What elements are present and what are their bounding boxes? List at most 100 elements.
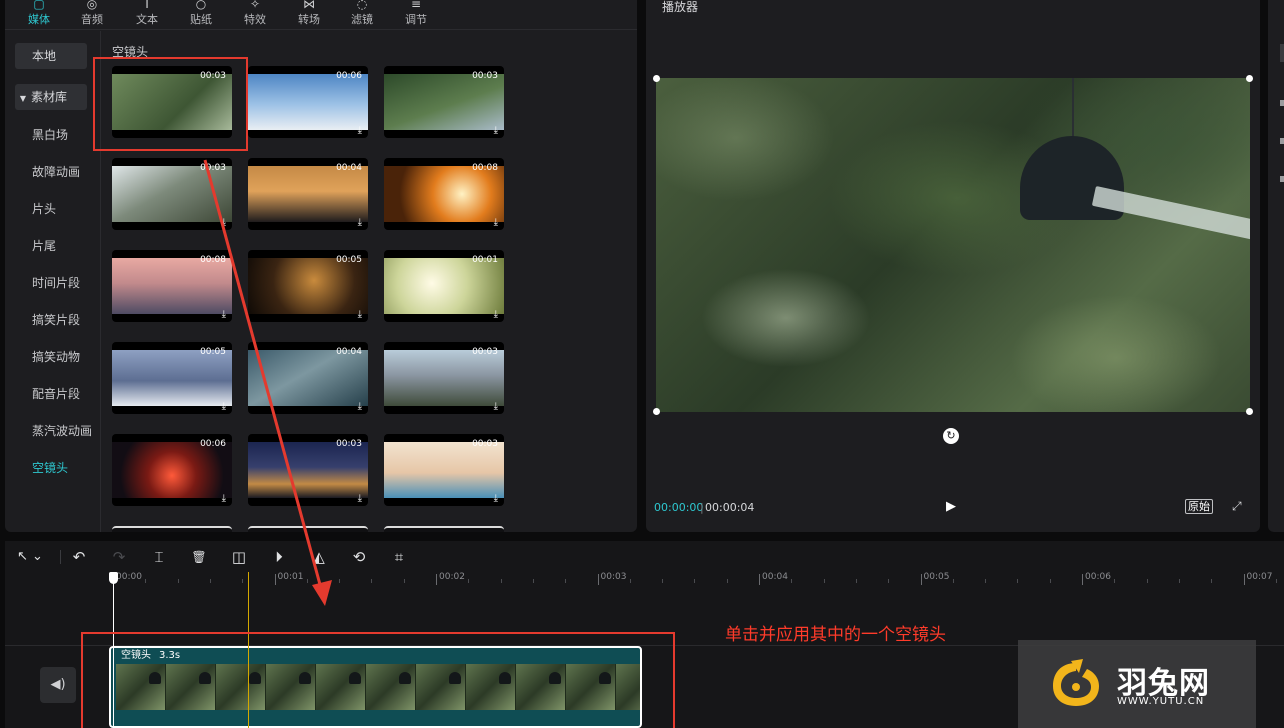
- media-thumbnail[interactable]: 00:03 ⤓: [384, 434, 504, 506]
- tab-effects[interactable]: ✧ 特效: [233, 0, 277, 30]
- media-thumbnail[interactable]: 00:08 ⤓: [384, 158, 504, 230]
- freeze-frame-icon[interactable]: ◫: [229, 547, 249, 567]
- download-icon[interactable]: ⤓: [494, 309, 498, 320]
- sidebar-item-outro[interactable]: 片尾: [32, 238, 56, 254]
- bell-string: [1072, 78, 1074, 138]
- media-thumbnail[interactable]: 00:05 ⤓: [112, 342, 232, 414]
- media-thumbnail[interactable]: 00:04 ⤓: [248, 158, 368, 230]
- tab-adjust[interactable]: ≡ 调节: [394, 0, 438, 30]
- original-ratio-button[interactable]: 原始: [1185, 499, 1213, 514]
- download-icon[interactable]: ⤓: [358, 493, 362, 504]
- resize-handle-bottom-left[interactable]: [653, 408, 660, 415]
- fullscreen-icon[interactable]: ⤢: [1232, 499, 1242, 514]
- sidebar-item-glitch[interactable]: 故障动画: [32, 164, 80, 180]
- time-ruler[interactable]: 00:00 00:01 00:02 00:03 00:04 00:05 00:06 00:07: [5, 571, 1284, 591]
- properties-panel: [1268, 0, 1284, 532]
- ruler-label: 00:04: [762, 572, 788, 582]
- thumbnail-image: [112, 258, 232, 314]
- delete-icon[interactable]: 🗑: [189, 547, 209, 567]
- sidebar-item-vaporwave[interactable]: 蒸汽波动画: [32, 423, 92, 439]
- thumbnail-duration: 00:03: [472, 347, 498, 357]
- download-icon[interactable]: ⤓: [222, 309, 226, 320]
- resize-handle-top-right[interactable]: [1246, 75, 1253, 82]
- resize-handle-top-left[interactable]: [653, 75, 660, 82]
- track-mute-icon[interactable]: ◀): [40, 667, 76, 703]
- thumbnail-duration: 00:06: [200, 439, 226, 449]
- sidebar-item-funny-animals[interactable]: 搞笑动物: [32, 349, 80, 365]
- sidebar-item-empty-shot[interactable]: 空镜头: [32, 460, 68, 476]
- current-time: 00:00:00: [654, 501, 704, 514]
- highlight-selected-thumbnail: [93, 57, 248, 151]
- ruler-minor-tick: [306, 579, 308, 583]
- ruler-minor-tick: [694, 579, 696, 583]
- media-thumbnail[interactable]: 00:05 ⤓: [248, 250, 368, 322]
- thumbnail-duration: 00:08: [200, 255, 226, 265]
- media-thumbnail[interactable]: [248, 526, 368, 532]
- sidebar-item-funny[interactable]: 搞笑片段: [32, 312, 80, 328]
- sidebar-item-dubbing[interactable]: 配音片段: [32, 386, 80, 402]
- ruler-minor-tick: [565, 579, 567, 583]
- thumbnail-duration: 00:03: [336, 439, 362, 449]
- download-icon[interactable]: ⤓: [494, 217, 498, 228]
- media-thumbnail[interactable]: 00:01 ⤓: [384, 250, 504, 322]
- top-tab-bar: ▢ 媒体 ◎ 音频 T 文本 ○ 贴纸 ✧ 特效 ⋈ 转场 ◌ 滤镜 ≡ 调节: [5, 0, 637, 30]
- play-button[interactable]: ▶: [946, 499, 956, 514]
- download-icon[interactable]: ⤓: [358, 217, 362, 228]
- tab-text[interactable]: T 文本: [125, 0, 169, 30]
- download-icon[interactable]: ⤓: [494, 493, 498, 504]
- thumbnail-duration: 00:01: [472, 255, 498, 265]
- download-icon[interactable]: ⤓: [222, 217, 226, 228]
- properties-tab[interactable]: [1280, 44, 1284, 62]
- reverse-icon[interactable]: ⏵: [269, 547, 289, 567]
- media-thumbnail[interactable]: 00:06 ⤓: [248, 66, 368, 138]
- annotation-text: 单击并应用其中的一个空镜头: [725, 625, 946, 645]
- media-thumbnail[interactable]: 00:03 ⤓: [384, 342, 504, 414]
- ruler-minor-tick: [823, 579, 825, 583]
- select-tool-icon[interactable]: ↖ ⌄: [11, 547, 49, 567]
- ruler-tick: [597, 574, 599, 585]
- media-thumbnail[interactable]: 00:03 ⤓: [248, 434, 368, 506]
- playhead-handle[interactable]: [109, 572, 118, 584]
- download-icon[interactable]: ⤓: [494, 401, 498, 412]
- resize-handle-bottom-right[interactable]: [1246, 408, 1253, 415]
- sidebar-local-button[interactable]: 本地: [15, 43, 87, 69]
- thumbnail-image: [384, 258, 504, 314]
- download-icon[interactable]: ⤓: [358, 401, 362, 412]
- tab-adjust-label: 调节: [405, 13, 427, 26]
- sidebar-item-time[interactable]: 时间片段: [32, 275, 80, 291]
- download-icon[interactable]: ⤓: [494, 125, 498, 136]
- tab-sticker[interactable]: ○ 贴纸: [179, 0, 223, 30]
- undo-icon[interactable]: ↶: [69, 547, 89, 567]
- sidebar-item-blackwhite[interactable]: 黑白场: [32, 127, 68, 143]
- media-thumbnail[interactable]: [384, 526, 504, 532]
- redo-icon[interactable]: ↷: [109, 547, 129, 567]
- ruler-label: 00:02: [439, 572, 465, 582]
- crop-icon[interactable]: ⌗: [389, 547, 409, 567]
- tab-filter[interactable]: ◌ 滤镜: [340, 0, 384, 30]
- transition-icon: ⋈: [303, 0, 315, 11]
- ruler-minor-tick: [1017, 579, 1019, 583]
- mirror-icon[interactable]: ◭: [309, 547, 329, 567]
- media-thumbnail[interactable]: 00:08 ⤓: [112, 250, 232, 322]
- properties-label: [1280, 100, 1284, 106]
- rotate-icon[interactable]: ↻: [943, 428, 959, 444]
- download-icon[interactable]: ⤓: [358, 309, 362, 320]
- media-thumbnail[interactable]: [112, 526, 232, 532]
- split-icon[interactable]: ⌶: [149, 547, 169, 567]
- sidebar-library-button[interactable]: ▼ 素材库: [15, 84, 87, 110]
- media-thumbnail[interactable]: 00:04 ⤓: [248, 342, 368, 414]
- media-thumbnail[interactable]: 00:03 ⤓: [384, 66, 504, 138]
- tab-media[interactable]: ▢ 媒体: [17, 0, 61, 30]
- ruler-label: 00:07: [1246, 572, 1273, 582]
- download-icon[interactable]: ⤓: [222, 401, 226, 412]
- tab-transition[interactable]: ⋈ 转场: [287, 0, 331, 30]
- media-thumbnail[interactable]: 00:06 ⤓: [112, 434, 232, 506]
- download-icon[interactable]: ⤓: [222, 493, 226, 504]
- download-icon[interactable]: ⤓: [358, 125, 362, 136]
- media-thumbnail[interactable]: 00:03 ⤓: [112, 158, 232, 230]
- sidebar-item-intro[interactable]: 片头: [32, 201, 56, 217]
- video-preview[interactable]: [656, 78, 1250, 412]
- rotate-clip-icon[interactable]: ⟲: [349, 547, 369, 567]
- ruler-tick: [759, 574, 760, 585]
- tab-audio[interactable]: ◎ 音频: [70, 0, 114, 30]
